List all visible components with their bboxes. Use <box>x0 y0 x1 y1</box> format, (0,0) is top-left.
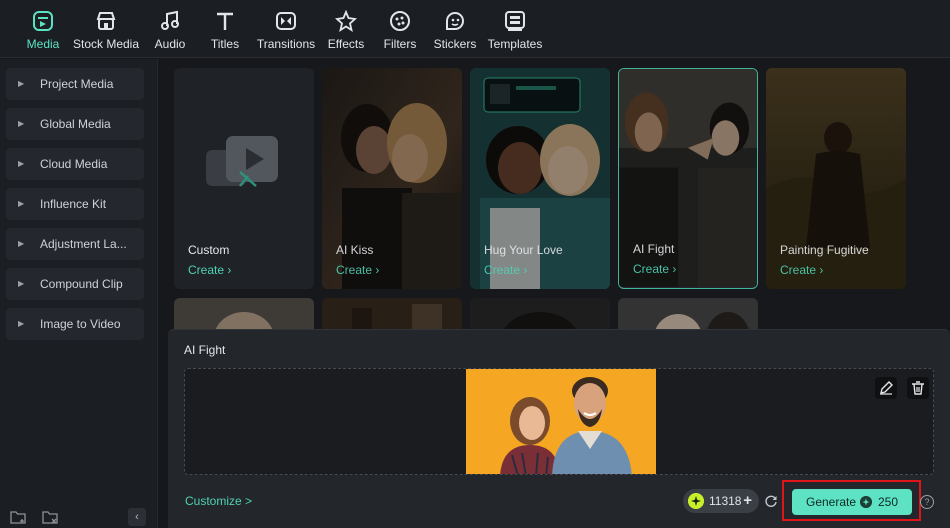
tab-effects[interactable]: Effects <box>326 10 366 56</box>
tab-label: Titles <box>210 37 240 51</box>
generate-cost: 250 <box>878 495 899 509</box>
tab-label: Transitions <box>256 37 316 51</box>
media-icon <box>33 11 53 31</box>
sidebar-item-label: Global Media <box>40 117 111 131</box>
tab-filters[interactable]: Filters <box>382 10 418 56</box>
stock-media-icon <box>96 12 116 30</box>
template-card-custom[interactable]: Custom Create › <box>174 68 314 289</box>
couple-photo <box>466 369 656 474</box>
text-t-icon <box>217 12 233 30</box>
card-create-link[interactable]: Create › <box>780 263 823 277</box>
image-drop-area[interactable] <box>184 368 934 475</box>
sidebar-item-influence-kit[interactable]: ▶ Influence Kit <box>6 188 144 220</box>
sidebar-item-label: Compound Clip <box>40 277 123 291</box>
tab-stock-media[interactable]: Stock Media <box>72 10 140 56</box>
top-toolbar: Media Stock Media Audio Titles Transitio… <box>0 0 950 58</box>
sidebar-item-label: Cloud Media <box>40 157 108 171</box>
music-note-icon <box>161 10 179 30</box>
ai-template-panel: AI Fight Customize > 11318 + Generate 25… <box>168 329 950 528</box>
sparkle-star-icon <box>335 10 357 32</box>
card-title: Custom <box>188 243 230 257</box>
tab-label: Stock Media <box>72 37 140 51</box>
credit-coin-icon <box>688 493 704 509</box>
card-title: AI Kiss <box>336 243 374 257</box>
card-create-link[interactable]: Create › <box>484 263 527 277</box>
tab-label: Filters <box>383 37 417 51</box>
folder-remove-icon[interactable] <box>42 510 58 524</box>
credits-balance[interactable]: 11318 + <box>683 489 759 513</box>
sticker-icon <box>446 12 464 30</box>
collapse-sidebar-button[interactable]: ‹ <box>128 508 146 526</box>
sidebar-item-label: Image to Video <box>40 317 121 331</box>
caret-right-icon: ▶ <box>18 79 25 88</box>
filter-icon <box>390 11 410 31</box>
card-create-link[interactable]: Create › <box>336 263 379 277</box>
tab-transitions[interactable]: Transitions <box>256 10 316 56</box>
caret-right-icon: ▶ <box>18 119 25 128</box>
template-card-ai-fight[interactable]: AI Fight Create › <box>618 68 758 289</box>
tab-label: Effects <box>327 37 365 51</box>
caret-right-icon: ▶ <box>18 239 25 248</box>
card-create-link[interactable]: Create › <box>633 262 676 276</box>
sidebar-item-label: Adjustment La... <box>40 237 127 251</box>
help-icon[interactable]: ? <box>920 495 934 509</box>
transition-icon <box>276 12 296 30</box>
template-card-painting-fugitive[interactable]: Painting Fugitive Create › <box>766 68 906 289</box>
template-card-hug-your-love[interactable]: Hug Your Love Create › <box>470 68 610 289</box>
tab-label: Audio <box>154 37 186 51</box>
card-create-link[interactable]: Create › <box>188 263 231 277</box>
trash-icon <box>912 381 924 395</box>
sidebar-item-image-to-video[interactable]: ▶ Image to Video <box>6 308 144 340</box>
caret-right-icon: ▶ <box>18 279 25 288</box>
customize-link[interactable]: Customize > <box>185 494 252 508</box>
tab-templates[interactable]: Templates <box>486 10 544 56</box>
template-card-ai-kiss[interactable]: AI Kiss Create › <box>322 68 462 289</box>
delete-image-button[interactable] <box>907 377 929 399</box>
uploaded-image-preview <box>466 369 656 474</box>
card-title: Hug Your Love <box>484 243 563 257</box>
caret-right-icon: ▶ <box>18 199 25 208</box>
template-icon <box>505 11 525 31</box>
new-folder-icon[interactable] <box>10 510 26 524</box>
sidebar-item-global-media[interactable]: ▶ Global Media <box>6 108 144 140</box>
sidebar-item-project-media[interactable]: ▶ Project Media <box>6 68 144 100</box>
tab-audio[interactable]: Audio <box>152 10 188 56</box>
pencil-icon <box>880 381 893 395</box>
panel-title: AI Fight <box>184 343 226 357</box>
sidebar-item-label: Influence Kit <box>40 197 107 211</box>
sidebar-item-compound-clip[interactable]: ▶ Compound Clip <box>6 268 144 300</box>
add-credits-icon[interactable]: + <box>743 489 752 513</box>
sidebar-item-adjustment-layer[interactable]: ▶ Adjustment La... <box>6 228 144 260</box>
tab-label: Stickers <box>433 37 477 51</box>
card-title: Painting Fugitive <box>780 243 869 257</box>
sidebar-item-label: Project Media <box>40 77 114 91</box>
credits-value: 11318 <box>709 494 742 508</box>
credit-coin-icon <box>860 496 872 508</box>
tab-titles[interactable]: Titles <box>208 10 242 56</box>
caret-right-icon: ▶ <box>18 319 25 328</box>
tab-label: Templates <box>487 37 543 51</box>
tab-media[interactable]: Media <box>24 10 62 56</box>
tab-label: Media <box>26 37 60 51</box>
template-grid: Custom Create › AI Kiss Create › Hug You… <box>166 59 950 338</box>
edit-image-button[interactable] <box>875 377 897 399</box>
caret-right-icon: ▶ <box>18 159 25 168</box>
generate-button[interactable]: Generate 250 <box>792 489 912 515</box>
sidebar-item-cloud-media[interactable]: ▶ Cloud Media <box>6 148 144 180</box>
refresh-icon[interactable] <box>764 494 778 508</box>
media-sidebar: ▶ Project Media ▶ Global Media ▶ Cloud Medi… <box>0 59 158 528</box>
tab-stickers[interactable]: Stickers <box>432 10 478 56</box>
generate-label: Generate <box>806 495 857 509</box>
card-title: AI Fight <box>633 242 675 256</box>
